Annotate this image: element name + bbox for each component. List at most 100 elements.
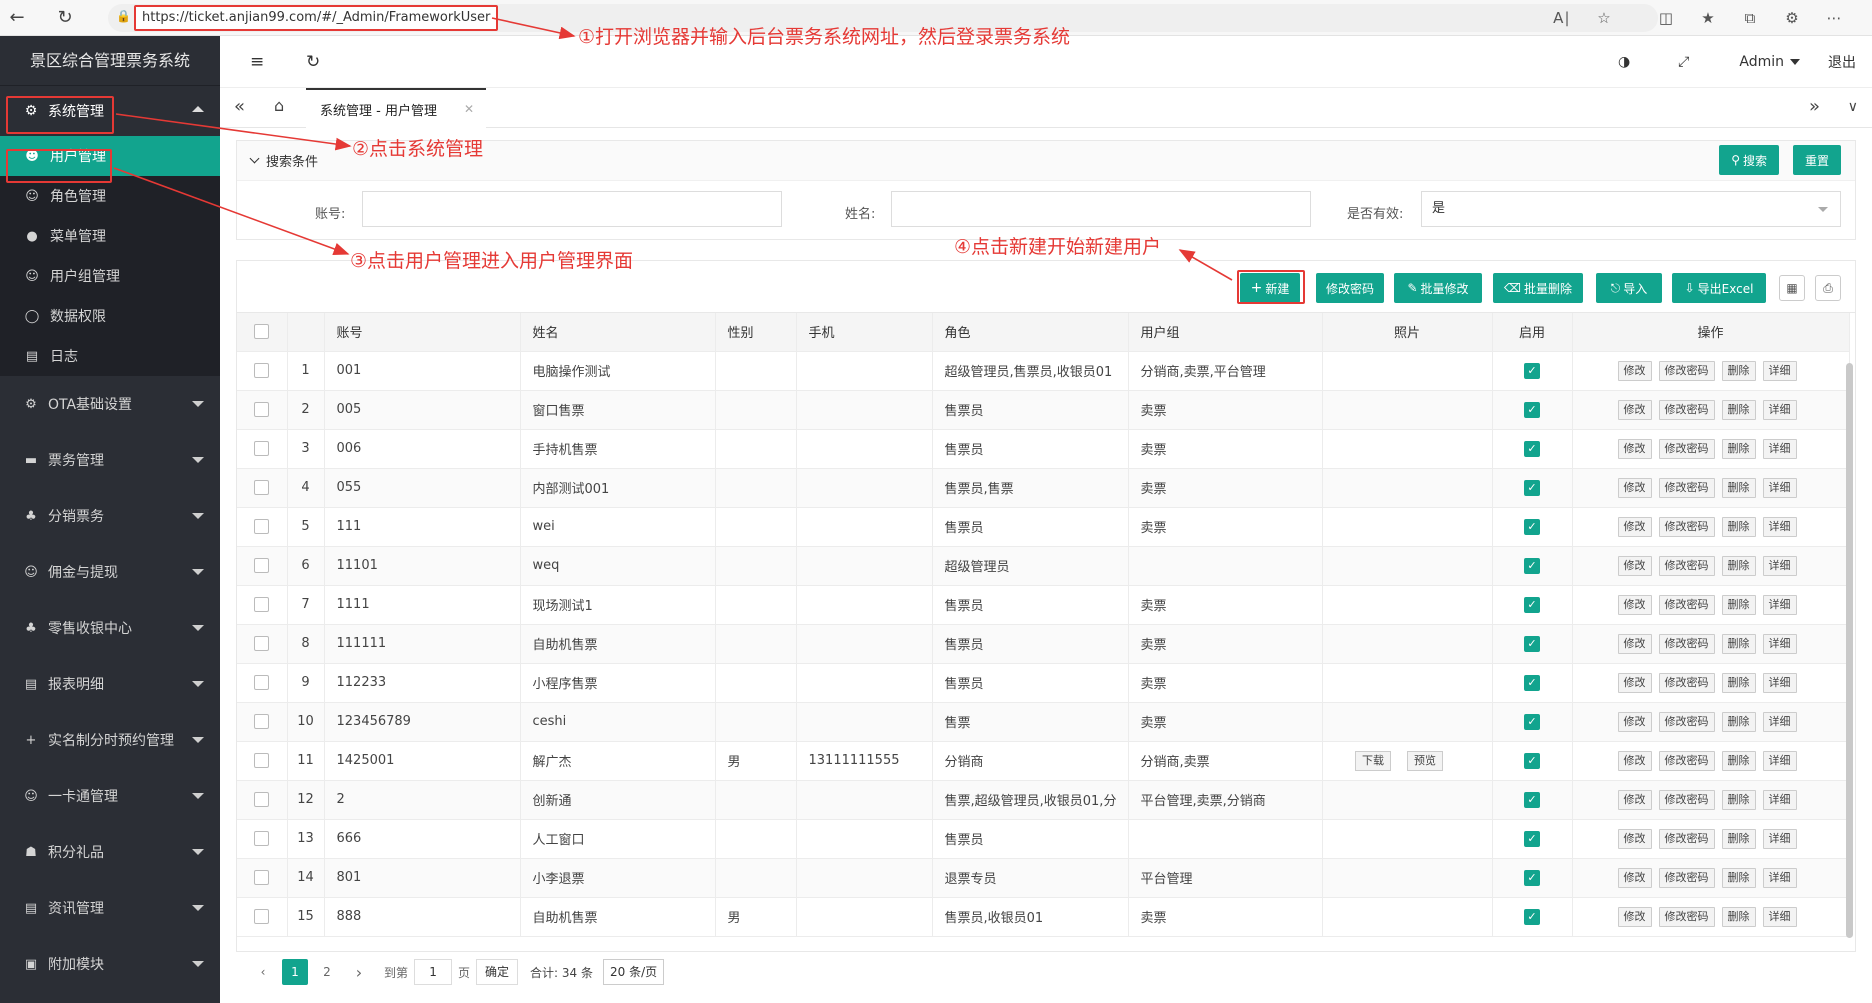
column-header[interactable]: 用户组 bbox=[1128, 313, 1323, 352]
enabled-checkbox[interactable]: ✓ bbox=[1524, 440, 1540, 457]
double-chevron-left-icon[interactable]: « bbox=[234, 96, 245, 117]
collections-icon[interactable]: ⧉ bbox=[1736, 4, 1764, 32]
row-change-password-button[interactable]: 修改密码 bbox=[1658, 750, 1715, 771]
tab-user-management[interactable]: 系统管理 - 用户管理 ✕ bbox=[306, 88, 486, 128]
row-change-password-button[interactable]: 修改密码 bbox=[1658, 555, 1715, 576]
row-change-password-button[interactable]: 修改密码 bbox=[1658, 477, 1715, 498]
search-button[interactable]: ⚲ 搜索 bbox=[1719, 145, 1779, 175]
table-row[interactable]: 6 11101 weq 超级管理员 ✓ 修改 修改密码 删除 详细 bbox=[237, 546, 1850, 586]
table-row[interactable]: 7 1111 现场测试1 售票员 卖票 ✓ 修改 修改密码 删除 详细 bbox=[237, 585, 1850, 625]
enabled-checkbox[interactable]: ✓ bbox=[1524, 518, 1540, 535]
sidebar-group-8[interactable]: ☺ 一卡通管理 bbox=[0, 768, 220, 824]
row-edit-button[interactable]: 修改 bbox=[1617, 789, 1652, 810]
row-edit-button[interactable]: 修改 bbox=[1617, 594, 1652, 615]
row-checkbox[interactable] bbox=[254, 519, 270, 534]
row-detail-button[interactable]: 详细 bbox=[1762, 438, 1797, 459]
table-row[interactable]: 2 005 窗口售票 售票员 卖票 ✓ 修改 修改密码 删除 详细 bbox=[237, 390, 1850, 430]
row-delete-button[interactable]: 删除 bbox=[1721, 906, 1756, 927]
row-change-password-button[interactable]: 修改密码 bbox=[1658, 360, 1715, 381]
photo-preview-button[interactable]: 预览 bbox=[1407, 750, 1443, 771]
table-row[interactable]: 9 112233 小程序售票 售票员 卖票 ✓ 修改 修改密码 删除 详细 bbox=[237, 663, 1850, 703]
row-checkbox[interactable] bbox=[254, 870, 270, 885]
enabled-checkbox[interactable]: ✓ bbox=[1524, 635, 1540, 652]
row-edit-button[interactable]: 修改 bbox=[1617, 555, 1652, 576]
valid-select[interactable]: 是 bbox=[1421, 191, 1841, 227]
row-delete-button[interactable]: 删除 bbox=[1721, 399, 1756, 420]
sidebar-group-2[interactable]: ▬ 票务管理 bbox=[0, 432, 220, 488]
row-checkbox[interactable] bbox=[254, 597, 270, 612]
sidebar-item-user-group-management[interactable]: ☺ 用户组管理 bbox=[0, 256, 220, 296]
sidebar-toggle-icon[interactable]: ≡ bbox=[250, 52, 264, 72]
row-change-password-button[interactable]: 修改密码 bbox=[1658, 672, 1715, 693]
row-checkbox[interactable] bbox=[254, 402, 270, 417]
url-text[interactable]: https://ticket.anjian99.com/#/_Admin/Fra… bbox=[134, 5, 499, 31]
column-header[interactable]: 账号 bbox=[324, 313, 521, 352]
enabled-checkbox[interactable]: ✓ bbox=[1524, 674, 1540, 691]
prev-page-icon[interactable]: ‹ bbox=[250, 959, 276, 985]
row-delete-button[interactable]: 删除 bbox=[1721, 438, 1756, 459]
row-checkbox[interactable] bbox=[254, 909, 270, 924]
enabled-checkbox[interactable]: ✓ bbox=[1524, 908, 1540, 925]
sidebar-group-6[interactable]: ▤ 报表明细 bbox=[0, 656, 220, 712]
row-change-password-button[interactable]: 修改密码 bbox=[1658, 789, 1715, 810]
sidebar-item-data-permission[interactable]: ◯ 数据权限 bbox=[0, 296, 220, 336]
table-row[interactable]: 12 2 创新通 售票,超级管理员,收银员01,分 平台管理,卖票,分销商 ✓ 修改 修改密码… bbox=[237, 780, 1850, 820]
row-delete-button[interactable]: 删除 bbox=[1721, 594, 1756, 615]
sidebar-group-1[interactable]: ⚙ OTA基础设置 bbox=[0, 376, 220, 432]
row-change-password-button[interactable]: 修改密码 bbox=[1658, 438, 1715, 459]
row-change-password-button[interactable]: 修改密码 bbox=[1658, 633, 1715, 654]
row-checkbox[interactable] bbox=[254, 675, 270, 690]
photo-download-button[interactable]: 下载 bbox=[1355, 750, 1391, 771]
row-checkbox[interactable] bbox=[254, 831, 270, 846]
row-detail-button[interactable]: 详细 bbox=[1762, 828, 1797, 849]
batch-delete-button[interactable]: ⌫ 批量删除 bbox=[1493, 273, 1583, 303]
columns-icon[interactable]: ▦ bbox=[1779, 275, 1805, 301]
refresh-icon[interactable]: ↻ bbox=[306, 52, 320, 72]
row-detail-button[interactable]: 详细 bbox=[1762, 360, 1797, 381]
row-delete-button[interactable]: 删除 bbox=[1721, 672, 1756, 693]
row-detail-button[interactable]: 详细 bbox=[1762, 555, 1797, 576]
sidebar-group-3[interactable]: ♣ 分销票务 bbox=[0, 488, 220, 544]
column-header[interactable]: 照片 bbox=[1322, 313, 1493, 352]
home-icon[interactable]: ⌂ bbox=[274, 96, 284, 115]
column-header[interactable]: 性别 bbox=[715, 313, 797, 352]
table-row[interactable]: 4 055 内部测试001 售票员,售票 卖票 ✓ 修改 修改密码 删除 详细 bbox=[237, 468, 1850, 508]
sidebar-group-7[interactable]: + 实名制分时预约管理 bbox=[0, 712, 220, 768]
row-change-password-button[interactable]: 修改密码 bbox=[1658, 867, 1715, 888]
print-icon[interactable]: ⎙ bbox=[1815, 275, 1841, 301]
table-row[interactable]: 13 666 人工窗口 售票员 ✓ 修改 修改密码 删除 详细 bbox=[237, 819, 1850, 859]
enabled-checkbox[interactable]: ✓ bbox=[1524, 362, 1540, 379]
back-icon[interactable]: ← bbox=[0, 1, 34, 35]
enabled-checkbox[interactable]: ✓ bbox=[1524, 596, 1540, 613]
batch-edit-button[interactable]: ✎ 批量修改 bbox=[1394, 273, 1482, 303]
row-change-password-button[interactable]: 修改密码 bbox=[1658, 594, 1715, 615]
row-edit-button[interactable]: 修改 bbox=[1617, 867, 1652, 888]
row-edit-button[interactable]: 修改 bbox=[1617, 399, 1652, 420]
enabled-checkbox[interactable]: ✓ bbox=[1524, 401, 1540, 418]
column-header[interactable]: 手机 bbox=[796, 313, 933, 352]
enabled-checkbox[interactable]: ✓ bbox=[1524, 791, 1540, 808]
column-header[interactable]: 角色 bbox=[932, 313, 1129, 352]
row-edit-button[interactable]: 修改 bbox=[1617, 711, 1652, 732]
page-1[interactable]: 1 bbox=[282, 959, 308, 985]
table-row[interactable]: 11 1425001 解广杰男 13111111555 分销商 分销商,卖票 下载 预览 ✓ 修改… bbox=[237, 741, 1850, 781]
row-delete-button[interactable]: 删除 bbox=[1721, 516, 1756, 537]
row-checkbox[interactable] bbox=[254, 714, 270, 729]
row-delete-button[interactable]: 删除 bbox=[1721, 555, 1756, 576]
table-row[interactable]: 3 006 手持机售票 售票员 卖票 ✓ 修改 修改密码 删除 详细 bbox=[237, 429, 1850, 469]
row-edit-button[interactable]: 修改 bbox=[1617, 828, 1652, 849]
read-aloud-icon[interactable]: A∣ bbox=[1548, 4, 1576, 32]
sidebar-group-9[interactable]: ☗ 积分礼品 bbox=[0, 824, 220, 880]
import-button[interactable]: ⎋ 导入 bbox=[1596, 273, 1662, 303]
reload-icon[interactable]: ↻ bbox=[48, 1, 82, 35]
name-input[interactable] bbox=[891, 191, 1311, 227]
row-delete-button[interactable]: 删除 bbox=[1721, 750, 1756, 771]
next-page-icon[interactable]: › bbox=[346, 959, 372, 985]
table-row[interactable]: 14 801 小李退票 退票专员 平台管理 ✓ 修改 修改密码 删除 详细 bbox=[237, 858, 1850, 898]
table-row[interactable]: 1 001 电脑操作测试 超级管理员,售票员,收银员01 分销商,卖票,平台管理 ✓ 修改修… bbox=[237, 351, 1850, 391]
row-delete-button[interactable]: 删除 bbox=[1721, 477, 1756, 498]
sidebar-item-menu-management[interactable]: ● 菜单管理 bbox=[0, 216, 220, 256]
favorite-star-icon[interactable]: ☆ bbox=[1590, 4, 1618, 32]
chevron-down-icon[interactable]: ∨ bbox=[1848, 99, 1858, 115]
table-row[interactable]: 10 123456789 ceshi 售票 卖票 ✓ 修改 修改密码 删除 详细 bbox=[237, 702, 1850, 742]
